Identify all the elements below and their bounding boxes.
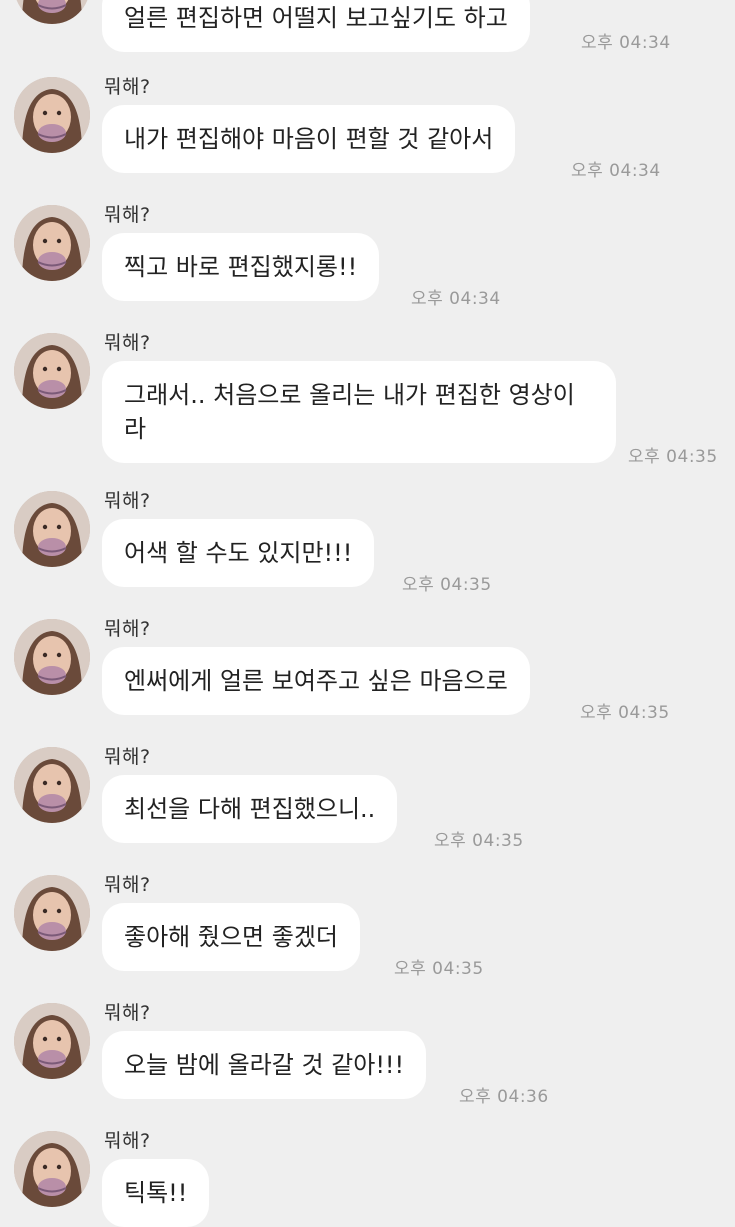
message-timestamp: 오후 04:34 [571, 161, 661, 181]
avatar[interactable] [14, 205, 90, 281]
message-timestamp: 오후 04:34 [581, 33, 671, 53]
message-timestamp: 오후 04:35 [434, 831, 524, 851]
profile-photo-icon [14, 491, 90, 567]
sender-name: 뭐해? [104, 76, 151, 98]
message-timestamp: 오후 04:35 [394, 959, 484, 979]
avatar[interactable] [14, 0, 90, 24]
profile-photo-icon [14, 205, 90, 281]
sender-name: 뭐해? [104, 618, 151, 640]
profile-photo-icon [14, 1003, 90, 1079]
profile-photo-icon [14, 619, 90, 695]
message-timestamp: 오후 04:35 [628, 447, 718, 467]
message-bubble[interactable]: 어색 할 수도 있지만!!! [102, 519, 375, 587]
avatar[interactable] [14, 875, 90, 951]
message-bubble[interactable]: 틱톡!! [102, 1159, 210, 1227]
profile-photo-icon [14, 875, 90, 951]
message-bubble[interactable]: 내가 편집해야 마음이 편할 것 같아서 [102, 105, 516, 173]
sender-name: 뭐해? [104, 490, 151, 512]
sender-name: 뭐해? [104, 332, 151, 354]
message-timestamp: 오후 04:36 [459, 1087, 549, 1107]
avatar[interactable] [14, 333, 90, 409]
message-bubble[interactable]: 좋아해 줬으면 좋겠더 [102, 903, 360, 971]
sender-name: 뭐해? [104, 204, 151, 226]
profile-photo-icon [14, 747, 90, 823]
message-bubble[interactable]: 찍고 바로 편집했지롱!! [102, 233, 380, 301]
message-bubble[interactable]: 엔써에게 얼른 보여주고 싶은 마음으로 [102, 647, 530, 715]
profile-photo-icon [14, 0, 90, 24]
message-timestamp: 오후 04:35 [580, 703, 670, 723]
avatar[interactable] [14, 77, 90, 153]
chat-log[interactable]: 얼른 편집하면 어떨지 보고싶기도 하고 오후 04:34 뭐해? 내가 편집해… [0, 0, 735, 1227]
avatar[interactable] [14, 747, 90, 823]
profile-photo-icon [14, 1131, 90, 1207]
message-timestamp: 오후 04:34 [411, 289, 501, 309]
message-bubble[interactable]: 얼른 편집하면 어떨지 보고싶기도 하고 [102, 0, 530, 52]
sender-name: 뭐해? [104, 1130, 151, 1152]
message-bubble[interactable]: 최선을 다해 편집했으니.. [102, 775, 398, 843]
message-bubble[interactable]: 오늘 밤에 올라갈 것 같아!!! [102, 1031, 427, 1099]
sender-name: 뭐해? [104, 874, 151, 896]
avatar[interactable] [14, 491, 90, 567]
sender-name: 뭐해? [104, 746, 151, 768]
profile-photo-icon [14, 333, 90, 409]
avatar[interactable] [14, 1003, 90, 1079]
avatar[interactable] [14, 1131, 90, 1207]
message-bubble[interactable]: 그래서.. 처음으로 올리는 내가 편집한 영상이라 [102, 361, 616, 463]
sender-name: 뭐해? [104, 1002, 151, 1024]
message-timestamp: 오후 04:35 [402, 575, 492, 595]
profile-photo-icon [14, 77, 90, 153]
avatar[interactable] [14, 619, 90, 695]
